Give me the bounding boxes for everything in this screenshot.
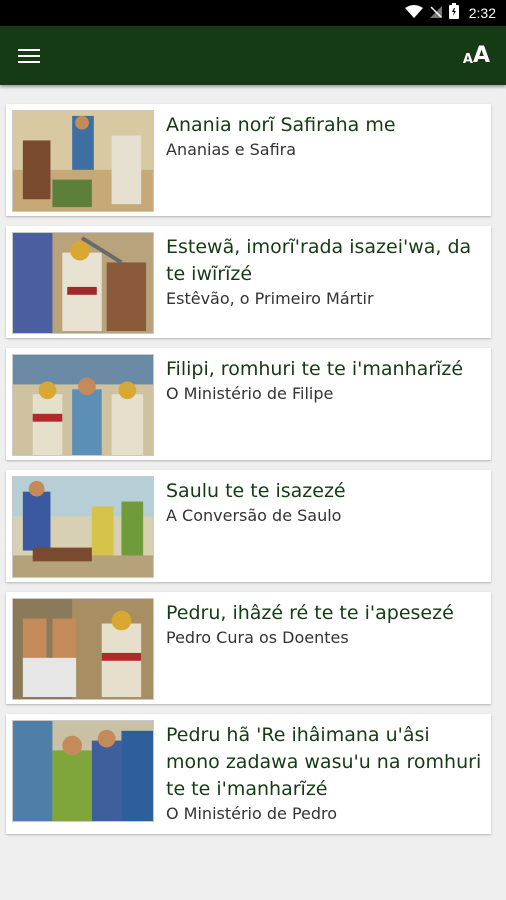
story-card[interactable]: Pedru, ihâzé ré te te i'apesezé Pedro Cu… xyxy=(6,592,491,704)
story-thumbnail xyxy=(12,476,154,578)
story-thumbnail xyxy=(12,720,154,822)
app-bar: AA xyxy=(0,26,506,85)
wifi-icon xyxy=(404,4,423,23)
story-card[interactable]: Anania norĩ Safiraha me Ananias e Safira xyxy=(6,104,491,216)
story-subtitle: O Ministério de Filipe xyxy=(166,384,334,403)
story-subtitle: Pedro Cura os Doentes xyxy=(166,628,349,647)
font-size-button[interactable]: AA xyxy=(462,42,490,68)
signal-off-icon xyxy=(429,4,443,23)
hamburger-menu-icon[interactable] xyxy=(18,44,42,68)
story-title: Pedru hã 'Re ihâimana u'âsi mono zadawa … xyxy=(166,724,482,800)
story-subtitle: Ananias e Safira xyxy=(166,140,297,159)
story-subtitle: A Conversão de Saulo xyxy=(166,506,342,525)
story-subtitle: O Ministério de Pedro xyxy=(166,804,338,823)
font-size-small-label: A xyxy=(462,51,473,67)
story-card[interactable]: Estewã, imorĩ'rada isazei'wa, da te iwĩr… xyxy=(6,226,491,338)
story-thumbnail xyxy=(12,232,154,334)
story-card[interactable]: Filipi, romhuri te te i'manharĩzé O Mini… xyxy=(6,348,491,460)
story-thumbnail xyxy=(12,354,154,456)
battery-icon xyxy=(448,3,459,23)
story-title: Saulu te te isazezé xyxy=(166,480,346,502)
story-subtitle: Estêvão, o Primeiro Mártir xyxy=(166,289,374,308)
story-card[interactable]: Saulu te te isazezé A Conversão de Saulo xyxy=(6,470,491,582)
story-thumbnail xyxy=(12,598,154,700)
font-size-big-label: A xyxy=(472,42,490,68)
story-title: Filipi, romhuri te te i'manharĩzé xyxy=(166,358,464,380)
status-bar: 2:32 xyxy=(0,0,506,26)
story-title: Pedru, ihâzé ré te te i'apesezé xyxy=(166,602,454,624)
story-thumbnail xyxy=(12,110,154,212)
story-title: Estewã, imorĩ'rada isazei'wa, da te iwĩr… xyxy=(166,236,472,285)
status-time: 2:32 xyxy=(468,5,496,21)
story-list: Anania norĩ Safiraha me Ananias e Safira… xyxy=(6,104,491,844)
story-title: Anania norĩ Safiraha me xyxy=(166,114,396,136)
story-card[interactable]: Pedru hã 'Re ihâimana u'âsi mono zadawa … xyxy=(6,714,491,834)
